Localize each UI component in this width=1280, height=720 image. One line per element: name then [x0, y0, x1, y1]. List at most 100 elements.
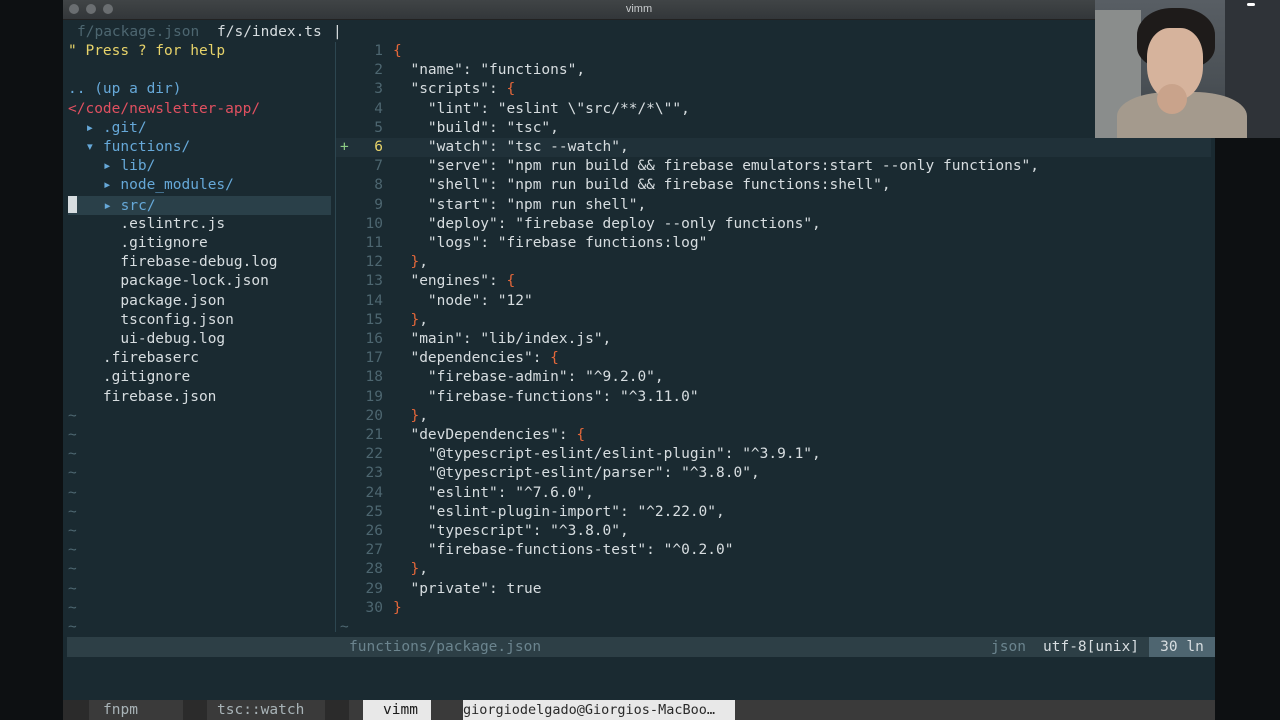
code-text: "devDependencies": {: [410, 427, 586, 443]
code-line[interactable]: 22 "@typescript-eslint/eslint-plugin": "…: [336, 445, 1211, 464]
tree-item-package-json[interactable]: package.json: [68, 292, 331, 311]
code-text: "firebase-functions-test": "^0.2.0": [427, 542, 734, 558]
tree-item-lib[interactable]: ▸ lib/: [68, 157, 331, 176]
code-line[interactable]: 28 },: [336, 560, 1211, 579]
code-line[interactable]: 11 "logs": "firebase functions:log": [336, 234, 1211, 253]
empty-line-tilde: ~: [68, 408, 77, 424]
code-text: "build": "tsc",: [427, 120, 559, 136]
line-number: 17: [365, 350, 383, 366]
code-line[interactable]: 29 "private": true: [336, 580, 1211, 599]
status-filename: functions/package.json: [349, 639, 542, 655]
tree-root-path[interactable]: </code/newsletter-app/: [68, 100, 331, 119]
tree-item-firebase-json[interactable]: firebase.json: [68, 388, 331, 407]
line-number: 15: [365, 312, 383, 328]
line-number: 24: [365, 485, 383, 501]
code-text: "firebase-functions": "^3.11.0": [427, 389, 699, 405]
code-line[interactable]: +6 "watch": "tsc --watch",: [336, 138, 1211, 157]
tree-up-dir[interactable]: .. (up a dir): [68, 80, 331, 99]
tree-item-gitignore[interactable]: .gitignore: [68, 368, 331, 387]
code-line[interactable]: 7 "serve": "npm run build && firebase em…: [336, 157, 1211, 176]
line-number: 4: [374, 101, 383, 117]
code-text: "scripts": {: [410, 81, 516, 97]
tree-item-git[interactable]: ▸ .git/: [68, 119, 331, 138]
tree-item-gitignore[interactable]: .gitignore: [68, 234, 331, 253]
code-line[interactable]: 25 "eslint-plugin-import": "^2.22.0",: [336, 503, 1211, 522]
code-text: "main": "lib/index.js",: [410, 331, 612, 347]
line-number: 26: [365, 523, 383, 539]
code-line[interactable]: 21 "devDependencies": {: [336, 426, 1211, 445]
code-text: }: [393, 600, 402, 616]
tree-item-firebase-debug-log[interactable]: firebase-debug.log: [68, 253, 331, 272]
code-line[interactable]: 4 "lint": "eslint \"src/**/*\"",: [336, 100, 1211, 119]
code-line[interactable]: 5 "build": "tsc",: [336, 119, 1211, 138]
status-line-count: 30 ln: [1149, 637, 1215, 657]
line-number: 20: [365, 408, 383, 424]
vim-tabline: f/package.json f/s/index.ts |: [63, 21, 1215, 42]
code-line[interactable]: 10 "deploy": "firebase deploy --only fun…: [336, 215, 1211, 234]
empty-line-tilde: ~: [340, 619, 349, 635]
code-text: "dependencies": {: [410, 350, 559, 366]
tree-item-ui-debug-log[interactable]: ui-debug.log: [68, 330, 331, 349]
line-number: 16: [365, 331, 383, 347]
line-number: 28: [365, 561, 383, 577]
code-text: "eslint-plugin-import": "^2.22.0",: [427, 504, 725, 520]
empty-line-tilde: ~: [68, 504, 77, 520]
code-line[interactable]: 30}: [336, 599, 1211, 618]
line-number: 2: [374, 62, 383, 78]
empty-line-tilde: ~: [68, 523, 77, 539]
code-line[interactable]: 18 "firebase-admin": "^9.2.0",: [336, 368, 1211, 387]
tree-help-hint: " Press ? for help: [68, 43, 226, 59]
code-line[interactable]: 12 },: [336, 253, 1211, 272]
tmux-hostname: giorgiodelgado@Giorgios-MacBoo…: [463, 700, 735, 720]
code-line[interactable]: 13 "engines": {: [336, 272, 1211, 291]
line-number: 23: [365, 465, 383, 481]
tree-item-firebaserc[interactable]: .firebaserc: [68, 349, 331, 368]
tree-item-node-modules[interactable]: ▸ node_modules/: [68, 176, 331, 195]
code-line[interactable]: 3 "scripts": {: [336, 80, 1211, 99]
code-line[interactable]: 17 "dependencies": {: [336, 349, 1211, 368]
code-line[interactable]: 15 },: [336, 311, 1211, 330]
status-filetype: json: [991, 639, 1026, 655]
code-text: "deploy": "firebase deploy --only functi…: [427, 216, 821, 232]
code-text: "start": "npm run shell",: [427, 197, 647, 213]
code-line[interactable]: 9 "start": "npm run shell",: [336, 196, 1211, 215]
code-line[interactable]: 2 "name": "functions",: [336, 61, 1211, 80]
chevron-right-icon: ▸: [102, 158, 121, 174]
chevron-right-icon: ▸: [103, 198, 121, 214]
code-line[interactable]: 23 "@typescript-eslint/parser": "^3.8.0"…: [336, 464, 1211, 483]
code-line[interactable]: 26 "typescript": "^3.8.0",: [336, 522, 1211, 541]
chevron-right-icon: ▸: [102, 177, 121, 193]
code-line[interactable]: 8 "shell": "npm run build && firebase fu…: [336, 176, 1211, 195]
line-number: 9: [374, 197, 383, 213]
terminal-window: vimm f/package.json f/s/index.ts | " Pre…: [63, 0, 1215, 720]
line-number: 11: [365, 235, 383, 251]
editor-pane[interactable]: 1{2 "name": "functions", 3 "scripts": {4 …: [336, 42, 1215, 635]
empty-line-tilde: ~: [68, 465, 77, 481]
code-text: "logs": "firebase functions:log": [427, 235, 708, 251]
git-added-sign: +: [340, 139, 349, 155]
tab-index-ts[interactable]: f/s/index.ts: [217, 24, 322, 40]
code-line[interactable]: 1{: [336, 42, 1211, 61]
code-line[interactable]: 24 "eslint": "^7.6.0",: [336, 484, 1211, 503]
tree-item-functions[interactable]: ▾ functions/: [68, 138, 331, 157]
code-line[interactable]: 27 "firebase-functions-test": "^0.2.0": [336, 541, 1211, 560]
code-text: "@typescript-eslint/parser": "^3.8.0",: [427, 465, 760, 481]
code-line[interactable]: 14 "node": "12": [336, 292, 1211, 311]
code-line[interactable]: 20 },: [336, 407, 1211, 426]
line-number: 27: [365, 542, 383, 558]
command-line[interactable]: [63, 658, 1215, 698]
line-number: 13: [365, 273, 383, 289]
tree-item-src[interactable]: ▸ src/: [68, 196, 331, 215]
line-number: 12: [365, 254, 383, 270]
tab-package-json[interactable]: f/package.json: [77, 24, 199, 40]
line-number: 30: [365, 600, 383, 616]
tree-item-package-lock-json[interactable]: package-lock.json: [68, 272, 331, 291]
code-line[interactable]: 16 "main": "lib/index.js",: [336, 330, 1211, 349]
code-text: "node": "12": [427, 293, 533, 309]
tree-item-tsconfig-json[interactable]: tsconfig.json: [68, 311, 331, 330]
status-line: functions/package.json json utf-8[unix] …: [67, 637, 1215, 657]
code-line[interactable]: 19 "firebase-functions": "^3.11.0": [336, 388, 1211, 407]
line-number: 1: [374, 43, 383, 59]
tree-item-eslintrc-js[interactable]: .eslintrc.js: [68, 215, 331, 234]
tmux-window-vimm[interactable]: vimm: [363, 700, 431, 720]
